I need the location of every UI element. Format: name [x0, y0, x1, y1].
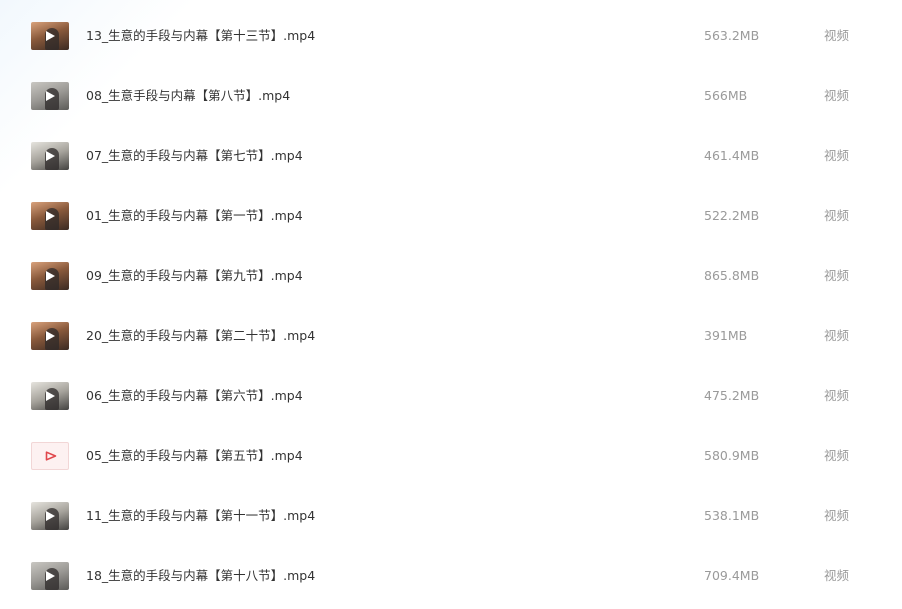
file-type: 视频 [824, 328, 850, 343]
file-type: 视频 [824, 208, 850, 223]
video-thumbnail-icon[interactable] [31, 562, 69, 590]
play-outline-icon [45, 451, 57, 461]
play-icon [46, 31, 55, 41]
file-list: 13_生意的手段与内幕【第十三节】.mp4 563.2MB 视频 08_生意手段… [0, 0, 902, 609]
video-thumbnail-icon[interactable] [31, 262, 69, 290]
file-row[interactable]: 08_生意手段与内幕【第八节】.mp4 566MB 视频 [0, 66, 902, 126]
video-thumbnail-icon[interactable] [31, 382, 69, 410]
video-thumbnail-icon[interactable] [31, 22, 69, 50]
file-name[interactable]: 08_生意手段与内幕【第八节】.mp4 [86, 87, 290, 105]
file-type: 视频 [824, 448, 850, 463]
file-size: 566MB [704, 88, 748, 103]
video-thumbnail-icon[interactable] [31, 502, 69, 530]
play-icon [46, 391, 55, 401]
file-name[interactable]: 13_生意的手段与内幕【第十三节】.mp4 [86, 27, 315, 45]
play-icon [46, 331, 55, 341]
file-type: 视频 [824, 88, 850, 103]
file-row[interactable]: 01_生意的手段与内幕【第一节】.mp4 522.2MB 视频 [0, 186, 902, 246]
file-type: 视频 [824, 388, 850, 403]
file-type: 视频 [824, 148, 850, 163]
file-name[interactable]: 18_生意的手段与内幕【第十八节】.mp4 [86, 567, 315, 585]
file-name[interactable]: 06_生意的手段与内幕【第六节】.mp4 [86, 387, 303, 405]
file-name[interactable]: 11_生意的手段与内幕【第十一节】.mp4 [86, 507, 315, 525]
play-icon [46, 271, 55, 281]
play-icon [46, 211, 55, 221]
video-file-icon[interactable] [31, 442, 69, 470]
video-thumbnail-icon[interactable] [31, 322, 69, 350]
file-name[interactable]: 01_生意的手段与内幕【第一节】.mp4 [86, 207, 303, 225]
file-type: 视频 [824, 508, 850, 523]
file-size: 475.2MB [704, 388, 760, 403]
file-size: 580.9MB [704, 448, 760, 463]
play-icon [46, 91, 55, 101]
file-name[interactable]: 09_生意的手段与内幕【第九节】.mp4 [86, 267, 303, 285]
file-row[interactable]: 09_生意的手段与内幕【第九节】.mp4 865.8MB 视频 [0, 246, 902, 306]
file-size: 709.4MB [704, 568, 760, 583]
file-row[interactable]: 20_生意的手段与内幕【第二十节】.mp4 391MB 视频 [0, 306, 902, 366]
file-size: 563.2MB [704, 28, 760, 43]
file-type: 视频 [824, 568, 850, 583]
play-icon [46, 511, 55, 521]
file-row[interactable]: 18_生意的手段与内幕【第十八节】.mp4 709.4MB 视频 [0, 546, 902, 606]
video-thumbnail-icon[interactable] [31, 142, 69, 170]
file-name[interactable]: 20_生意的手段与内幕【第二十节】.mp4 [86, 327, 315, 345]
file-name[interactable]: 05_生意的手段与内幕【第五节】.mp4 [86, 447, 303, 465]
play-icon [46, 151, 55, 161]
file-type: 视频 [824, 268, 850, 283]
file-name[interactable]: 07_生意的手段与内幕【第七节】.mp4 [86, 147, 303, 165]
file-size: 865.8MB [704, 268, 760, 283]
file-size: 522.2MB [704, 208, 760, 223]
file-row[interactable]: 13_生意的手段与内幕【第十三节】.mp4 563.2MB 视频 [0, 6, 902, 66]
file-row[interactable]: 05_生意的手段与内幕【第五节】.mp4 580.9MB 视频 [0, 426, 902, 486]
video-thumbnail-icon[interactable] [31, 202, 69, 230]
play-icon [46, 571, 55, 581]
file-size: 391MB [704, 328, 748, 343]
file-row[interactable]: 07_生意的手段与内幕【第七节】.mp4 461.4MB 视频 [0, 126, 902, 186]
file-size: 461.4MB [704, 148, 760, 163]
file-row[interactable]: 06_生意的手段与内幕【第六节】.mp4 475.2MB 视频 [0, 366, 902, 426]
file-size: 538.1MB [704, 508, 760, 523]
file-type: 视频 [824, 28, 850, 43]
file-row[interactable]: 11_生意的手段与内幕【第十一节】.mp4 538.1MB 视频 [0, 486, 902, 546]
video-thumbnail-icon[interactable] [31, 82, 69, 110]
